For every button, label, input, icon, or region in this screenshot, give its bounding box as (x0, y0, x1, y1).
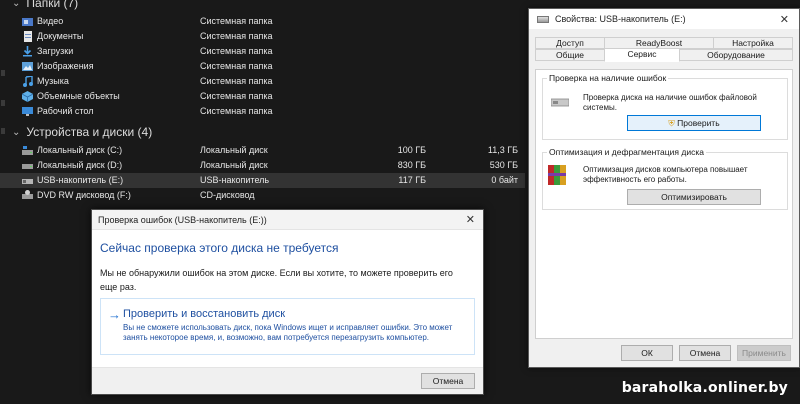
drive-row[interactable]: Локальный диск (C:) Локальный диск 100 Г… (0, 143, 525, 158)
documents-folder-icon (24, 31, 32, 42)
folder-type: Системная папка (200, 46, 273, 56)
folder-row[interactable]: Видео Системная папка (0, 14, 525, 29)
drive-check-icon (551, 98, 569, 107)
folder-name: Музыка (37, 76, 69, 86)
drive-row[interactable]: Локальный диск (D:) Локальный диск 830 Г… (0, 158, 525, 173)
folder-type: Системная папка (200, 16, 273, 26)
drive-total-size: 830 ГБ (397, 160, 426, 170)
folder-row[interactable]: Музыка Системная папка (0, 74, 525, 89)
folder-type: Системная папка (200, 91, 273, 101)
folder-name: Загрузки (37, 46, 74, 56)
error-check-group: Проверка на наличие ошибок Проверка диск… (542, 73, 788, 140)
drive-type: USB-накопитель (200, 175, 270, 185)
video-folder-icon (22, 18, 33, 26)
tab-access[interactable]: Доступ (535, 37, 605, 49)
optimize-button[interactable]: Оптимизировать (627, 189, 761, 205)
system-drive-icon (22, 146, 33, 155)
error-check-titlebar[interactable]: Проверка ошибок (USB-накопитель (E:)) (92, 210, 483, 230)
drive-row-selected[interactable]: USB-накопитель (E:) USB-накопитель 117 Г… (0, 173, 525, 188)
music-folder-icon (23, 76, 33, 87)
folder-name: Видео (37, 16, 64, 26)
error-check-dialog: Проверка ошибок (USB-накопитель (E:)) ✕ … (91, 209, 484, 395)
error-check-message: Мы не обнаружили ошибок на этом диске. Е… (100, 268, 453, 292)
folder-type: Системная папка (200, 31, 273, 41)
cancel-button[interactable]: Отмена (679, 345, 731, 361)
devices-header-label: Устройства и диски (4) (26, 125, 153, 139)
drive-free-space: 530 ГБ (489, 160, 518, 170)
properties-title: Свойства: USB-накопитель (E:) (555, 14, 686, 24)
scan-and-repair-description: Вы не сможете использовать диск, пока Wi… (123, 323, 453, 342)
close-icon[interactable]: ✕ (780, 13, 789, 26)
folder-type: Системная папка (200, 106, 273, 116)
folder-name: Объемные объекты (37, 91, 120, 101)
scan-and-repair-command[interactable]: → Проверить и восстановить диск Вы не см… (100, 298, 475, 355)
error-check-heading: Сейчас проверка этого диска не требуется (100, 241, 339, 255)
drive-name: USB-накопитель (E:) (37, 175, 124, 185)
usb-drive-icon (22, 179, 33, 184)
apply-button[interactable]: Применить (737, 345, 791, 361)
desktop-folder-icon (22, 107, 33, 116)
tab-hardware[interactable]: Оборудование (679, 49, 793, 61)
drive-type: Локальный диск (200, 160, 268, 170)
3d-objects-folder-icon (22, 91, 33, 102)
tools-panel: Проверка на наличие ошибок Проверка диск… (535, 69, 793, 339)
chevron-down-icon: ⌄ (12, 0, 21, 9)
drive-total-size: 100 ГБ (397, 145, 426, 155)
dvd-drive-icon (22, 190, 33, 199)
drive-row[interactable]: DVD RW дисковод (F:) CD-дисковод (0, 188, 525, 203)
drive-name: DVD RW дисковод (F:) (37, 190, 131, 200)
folders-header-label: Папки (7) (26, 0, 79, 10)
error-check-footer: Отмена (92, 367, 483, 394)
folder-name: Изображения (37, 61, 94, 71)
folders-group-header[interactable]: ⌄ Папки (7) (12, 0, 78, 10)
close-icon[interactable]: ✕ (466, 213, 475, 226)
folder-row[interactable]: Изображения Системная папка (0, 59, 525, 74)
drive-name: Локальный диск (C:) (37, 145, 123, 155)
watermark-text: baraholka.onliner.by (621, 380, 788, 396)
tab-tools[interactable]: Сервис (604, 48, 680, 62)
optimize-group: Оптимизация и дефрагментация диска Оптим… (542, 147, 788, 210)
folder-row[interactable]: Загрузки Системная папка (0, 44, 525, 59)
check-button-label: Проверить (677, 118, 720, 128)
arrow-right-icon: → (108, 307, 121, 322)
folder-name: Документы (37, 31, 84, 41)
folder-row[interactable]: Объемные объекты Системная папка (0, 89, 525, 104)
folder-type: Системная папка (200, 76, 273, 86)
drive-name: Локальный диск (D:) (37, 160, 123, 170)
tab-general[interactable]: Общие (535, 49, 605, 61)
scan-and-repair-title: Проверить и восстановить диск (123, 308, 286, 320)
downloads-folder-icon (23, 46, 32, 57)
usb-drive-icon (537, 15, 549, 23)
pictures-folder-icon (22, 62, 33, 71)
drive-free-space: 0 байт (491, 175, 518, 185)
drive-type: CD-дисковод (200, 190, 255, 200)
check-button[interactable]: ⛨ Проверить (627, 115, 761, 131)
drive-free-space: 11,3 ГБ (487, 145, 518, 155)
defrag-icon (548, 165, 566, 185)
drive-type: Локальный диск (200, 145, 268, 155)
folder-row[interactable]: Документы Системная папка (0, 29, 525, 44)
tab-customize[interactable]: Настройка (713, 37, 793, 49)
folder-name: Рабочий стол (37, 106, 94, 116)
shield-icon: ⛨ (668, 118, 675, 128)
devices-group-header[interactable]: ⌄ Устройства и диски (4) (12, 125, 152, 139)
drive-properties-dialog: Свойства: USB-накопитель (E:) ✕ Доступ R… (528, 8, 800, 368)
hard-drive-icon (22, 164, 33, 169)
error-check-description: Проверка диска на наличие ошибок файлово… (583, 93, 757, 112)
drive-total-size: 117 ГБ (398, 175, 426, 185)
folder-row[interactable]: Рабочий стол Системная папка (0, 104, 525, 119)
properties-titlebar[interactable]: Свойства: USB-накопитель (E:) (529, 9, 799, 29)
cancel-button[interactable]: Отмена (421, 373, 475, 389)
ok-button[interactable]: ОК (621, 345, 673, 361)
folder-type: Системная папка (200, 61, 273, 71)
optimize-group-title: Оптимизация и дефрагментация диска (547, 147, 706, 157)
chevron-down-icon: ⌄ (12, 126, 21, 138)
optimize-description: Оптимизация дисков компьютера повышает э… (583, 165, 748, 184)
error-check-group-title: Проверка на наличие ошибок (547, 73, 669, 83)
